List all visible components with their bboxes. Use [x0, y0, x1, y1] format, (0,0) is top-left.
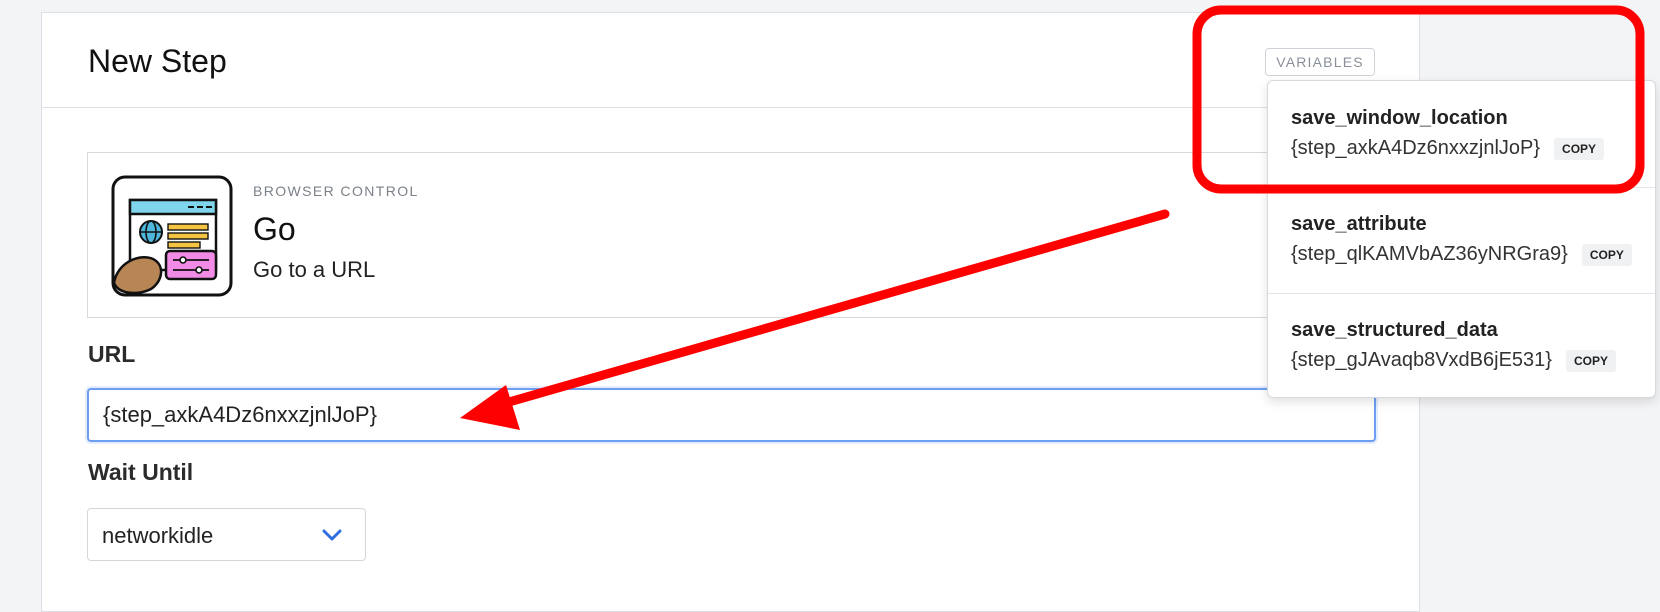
variable-name: save_structured_data: [1291, 319, 1498, 341]
variable-item[interactable]: save_structured_data {step_gJAvaqb8VxdB6…: [1268, 293, 1655, 399]
url-label: URL: [88, 341, 136, 367]
wait-until-label: Wait Until: [88, 459, 194, 485]
copy-button[interactable]: COPY: [1565, 349, 1616, 372]
wait-until-select[interactable]: networkidle: [87, 508, 366, 561]
copy-button[interactable]: COPY: [1581, 243, 1632, 266]
action-name: Go: [253, 211, 296, 247]
action-category: BROWSER CONTROL: [253, 183, 419, 199]
wait-until-value: networkidle: [102, 523, 214, 548]
page-title: New Step: [88, 43, 227, 79]
variables-button[interactable]: VARIABLES: [1265, 48, 1375, 76]
copy-button[interactable]: COPY: [1554, 137, 1605, 160]
variable-value: {step_axkA4Dz6nxxzjnlJoP}: [1291, 137, 1541, 159]
variable-value: {step_qlKAMVbAZ36yNRGra9}: [1291, 243, 1568, 265]
action-description: Go to a URL: [253, 257, 376, 282]
variable-value: {step_gJAvaqb8VxdB6jE531}: [1291, 349, 1552, 371]
chevron-down-icon: [322, 529, 342, 541]
variables-dropdown: save_window_location {step_axkA4Dz6nxxzj…: [1267, 80, 1656, 398]
new-step-panel: New Step VARIABLES BROWSER CONTROL Go Go: [41, 12, 1457, 612]
variable-name: save_attribute: [1291, 213, 1427, 235]
url-input[interactable]: [87, 388, 1376, 442]
variable-item[interactable]: save_window_location {step_axkA4Dz6nxxzj…: [1268, 81, 1655, 188]
action-card[interactable]: BROWSER CONTROL Go Go to a URL: [87, 152, 1457, 318]
variable-name: save_window_location: [1291, 107, 1508, 129]
variable-item[interactable]: save_attribute {step_qlKAMVbAZ36yNRGra9}…: [1268, 187, 1655, 294]
browser-window-icon: [111, 175, 233, 297]
panel-header: New Step VARIABLES: [42, 13, 1419, 108]
